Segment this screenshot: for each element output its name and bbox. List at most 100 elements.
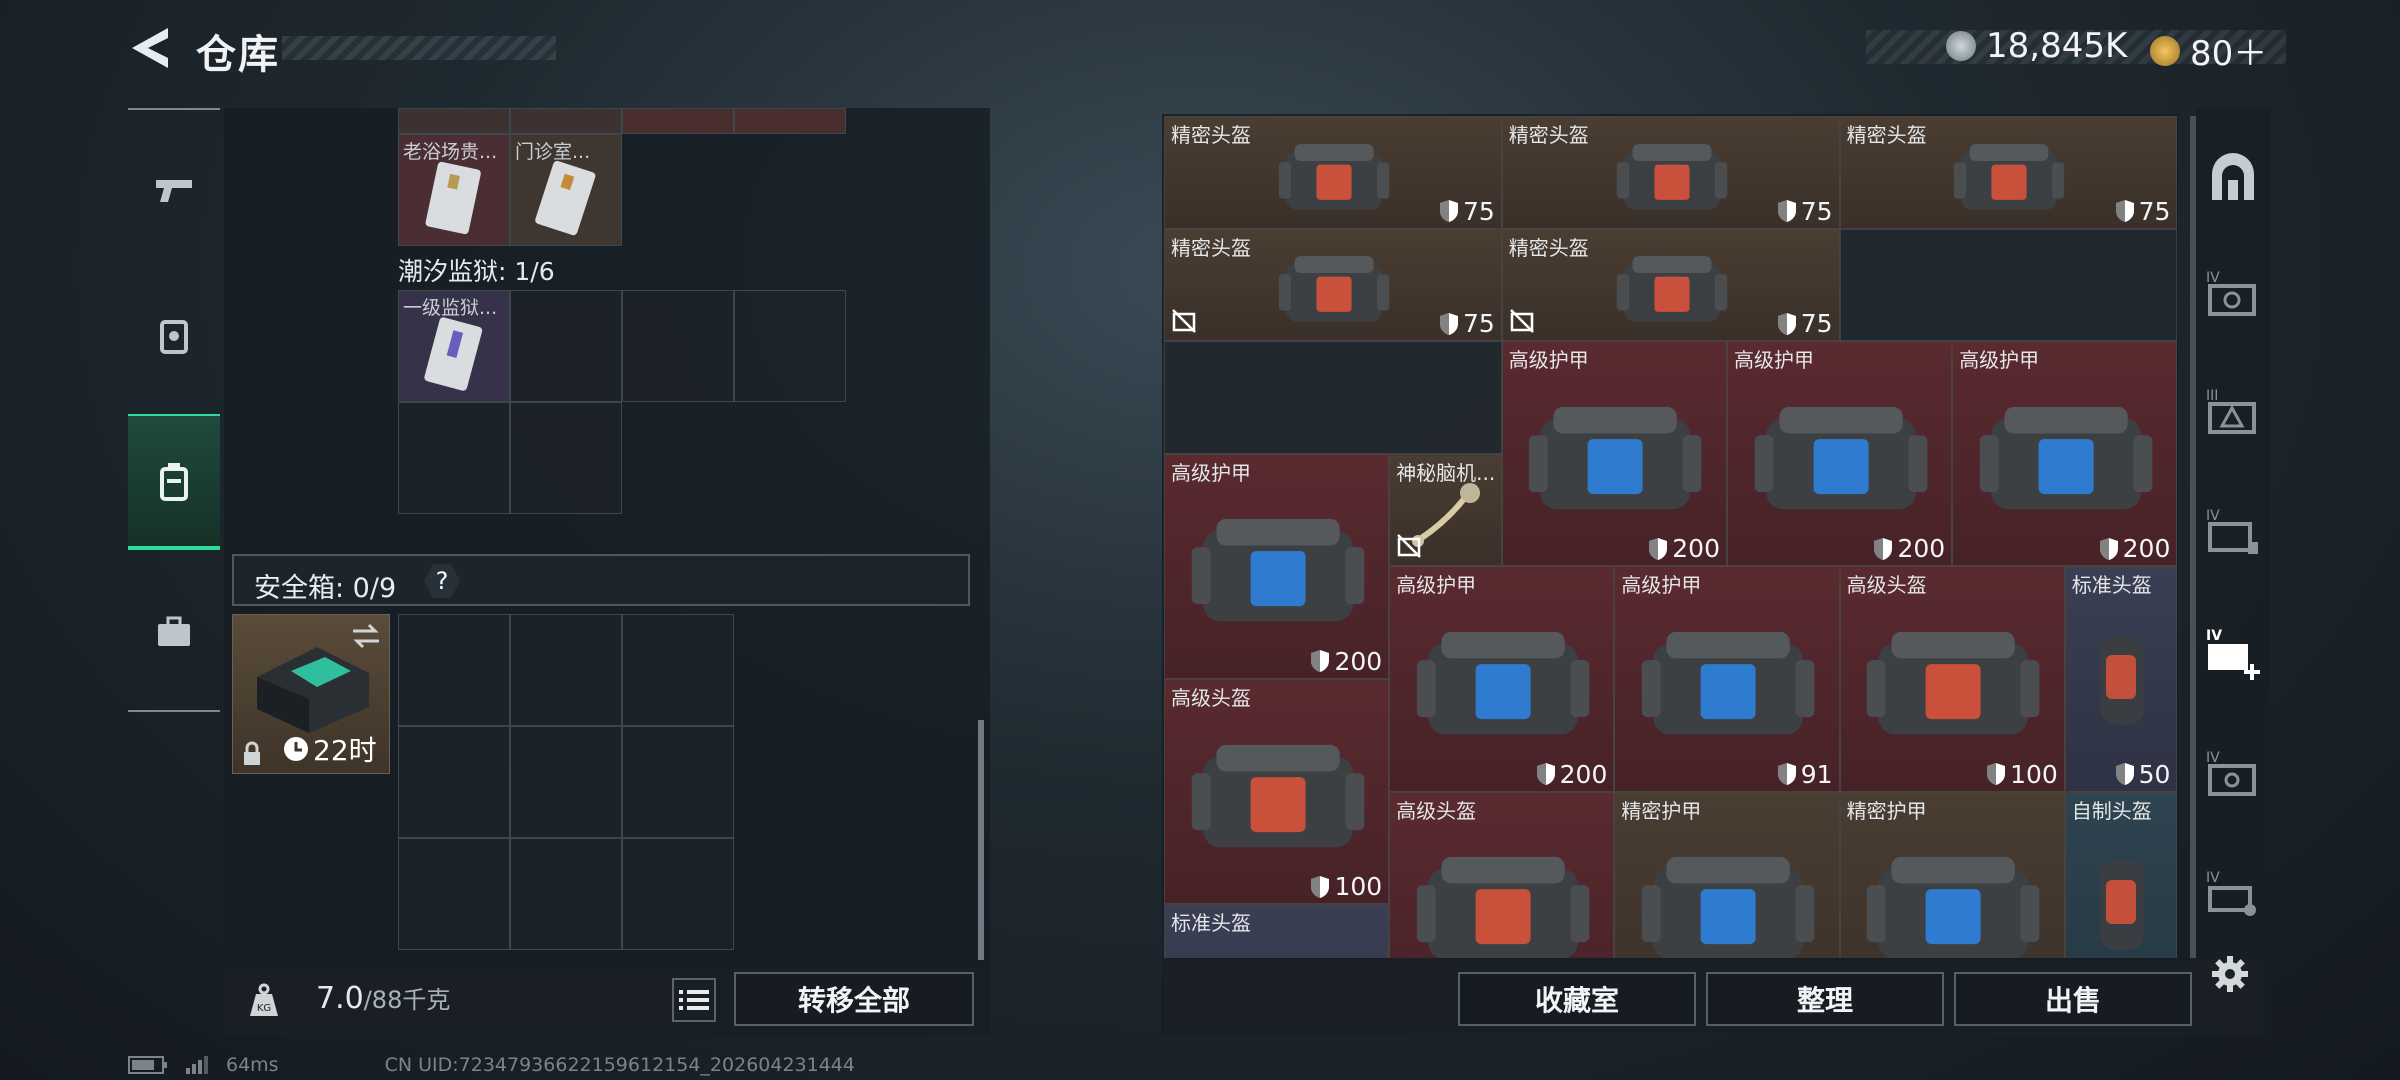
safe-slot[interactable] xyxy=(510,838,622,950)
item-name: 标准头盔 xyxy=(2071,573,2152,598)
safe-box-header: 安全箱: 0/9 ? xyxy=(232,554,970,606)
empty-slot[interactable] xyxy=(510,402,622,514)
help-button[interactable]: ? xyxy=(424,564,460,598)
stash-item[interactable]: 精密头盔 75 xyxy=(1164,228,1502,342)
shield-icon xyxy=(1311,650,1330,673)
empty-stash-slot[interactable] xyxy=(1839,228,2178,342)
stash-item[interactable]: 神秘脑机... xyxy=(1389,453,1502,567)
svg-text:III: III xyxy=(2206,388,2218,404)
empty-stash-slot[interactable] xyxy=(1164,341,1502,454)
durability: 75 xyxy=(2115,197,2170,226)
weight-value: 7.0 xyxy=(316,981,364,1016)
stash-item[interactable]: 精密头盔 75 xyxy=(1839,116,2178,229)
weight-max: /88千克 xyxy=(363,986,451,1014)
helmet-icon xyxy=(1278,143,1390,210)
keycard-image-icon xyxy=(535,160,596,236)
stash-item[interactable]: 高级护甲 200 xyxy=(1164,453,1390,679)
stash-item[interactable]: 高级头盔 xyxy=(1389,791,1615,958)
stash-item[interactable]: 精密头盔 75 xyxy=(1501,228,1840,342)
coin-icon xyxy=(1946,31,1976,61)
case-timer: 22时 xyxy=(283,729,377,769)
shield-icon xyxy=(1987,763,2006,786)
collection-room-button[interactable]: 收藏室 xyxy=(1458,972,1696,1026)
helmet-icon xyxy=(1416,857,1590,958)
empty-slot[interactable] xyxy=(510,290,622,402)
keycard-icon xyxy=(160,320,188,354)
shield-icon xyxy=(1439,200,1458,223)
stash-page-icon[interactable]: IV xyxy=(2204,866,2262,924)
helmet-icon xyxy=(1616,143,1727,210)
stash-page-icon[interactable]: IV xyxy=(2204,504,2262,562)
stash-page-icon[interactable]: IV xyxy=(2204,746,2262,804)
list-view-button[interactable] xyxy=(672,978,716,1022)
item-name: 精密护甲 xyxy=(1621,798,1702,823)
transfer-all-button[interactable]: 转移全部 xyxy=(734,972,974,1026)
clock-icon xyxy=(284,737,308,761)
durability-value: 200 xyxy=(1672,534,1720,564)
item-name: 标准头盔 xyxy=(1171,911,1251,936)
shield-icon xyxy=(1777,200,1796,223)
item-name: 自制头盔 xyxy=(2071,798,2152,823)
safe-slot[interactable] xyxy=(398,614,510,726)
stash-item[interactable]: 高级护甲 200 xyxy=(1727,341,1953,567)
sell-button[interactable]: 出售 xyxy=(1954,972,2192,1026)
armor-icon xyxy=(1641,857,1815,958)
add-stash-page-icon[interactable]: IV xyxy=(2204,624,2262,682)
back-button[interactable] xyxy=(128,24,172,72)
safe-slot[interactable] xyxy=(510,726,622,838)
tab-backpack[interactable] xyxy=(128,414,220,550)
stash-item[interactable]: 高级护甲 200 xyxy=(1952,341,2178,567)
helmet-icon xyxy=(1191,744,1364,847)
armor-icon xyxy=(1529,406,1702,510)
stash-item[interactable]: 精密护甲 xyxy=(1839,791,2065,958)
tab-toolbox[interactable] xyxy=(128,564,220,700)
durability-value: 200 xyxy=(1897,534,1946,564)
stash-item[interactable]: 精密头盔 75 xyxy=(1164,116,1502,229)
item-name: 高级护甲 xyxy=(1959,348,2040,373)
tab-weapons[interactable] xyxy=(128,122,220,258)
safe-slot[interactable] xyxy=(398,838,510,950)
item-name: 高级头盔 xyxy=(1396,798,1477,823)
signal-icon xyxy=(186,1056,208,1074)
stash-item[interactable]: 精密头盔 75 xyxy=(1501,116,1840,229)
stash-item[interactable]: 高级头盔 100 xyxy=(1839,566,2065,792)
key-item[interactable]: 门诊室... xyxy=(510,134,622,246)
key-item[interactable]: 老浴场贵... xyxy=(398,134,510,246)
durability: 91 xyxy=(1777,760,1833,789)
safe-slot[interactable] xyxy=(622,726,734,838)
ticket-icon xyxy=(2150,35,2180,66)
organize-button[interactable]: 整理 xyxy=(1706,972,1944,1026)
stash-item[interactable]: 精密护甲 xyxy=(1614,791,1840,958)
stash-page-icon[interactable]: IV xyxy=(2204,266,2262,324)
stash-item[interactable]: 标准头盔 xyxy=(1164,904,1390,958)
safe-case-item[interactable]: 22时 xyxy=(232,614,390,774)
stash-item[interactable]: 自制头盔 xyxy=(2064,791,2178,958)
stash-home-icon[interactable] xyxy=(2204,150,2262,208)
stash-page-icon[interactable]: III xyxy=(2204,384,2262,442)
keycard-image-icon xyxy=(424,317,483,391)
stash-item[interactable]: 高级护甲 91 xyxy=(1614,566,1840,792)
safe-slot[interactable] xyxy=(510,614,622,726)
armor-icon xyxy=(1641,631,1815,735)
safe-slot[interactable] xyxy=(398,726,510,838)
empty-slot[interactable] xyxy=(398,402,510,514)
svg-text:IV: IV xyxy=(2206,628,2222,644)
empty-slot[interactable] xyxy=(734,290,846,402)
item-name: 精密护甲 xyxy=(1846,798,1927,823)
safe-slot[interactable] xyxy=(622,614,734,726)
prison-key-item[interactable]: 一级监狱... xyxy=(398,290,510,402)
stash-item[interactable]: 标准头盔 50 xyxy=(2064,566,2178,792)
settings-gear-icon[interactable] xyxy=(2210,954,2250,994)
pistol-icon xyxy=(156,180,192,202)
stash-item[interactable]: 高级护甲 200 xyxy=(1501,341,1727,567)
helmet-icon xyxy=(1278,256,1390,323)
left-scrollbar[interactable] xyxy=(978,720,984,960)
tab-cards[interactable] xyxy=(128,268,220,404)
no-insure-icon xyxy=(1172,309,1196,334)
empty-slot[interactable] xyxy=(622,290,734,402)
safe-slot[interactable] xyxy=(622,838,734,950)
uid-text: CN UID:7234793662215961215​4_20260423144… xyxy=(384,1054,855,1076)
stash-item[interactable]: 高级头盔 100 xyxy=(1164,679,1390,905)
stash-item[interactable]: 高级护甲 200 xyxy=(1389,566,1615,792)
svg-text:IV: IV xyxy=(2206,750,2220,766)
